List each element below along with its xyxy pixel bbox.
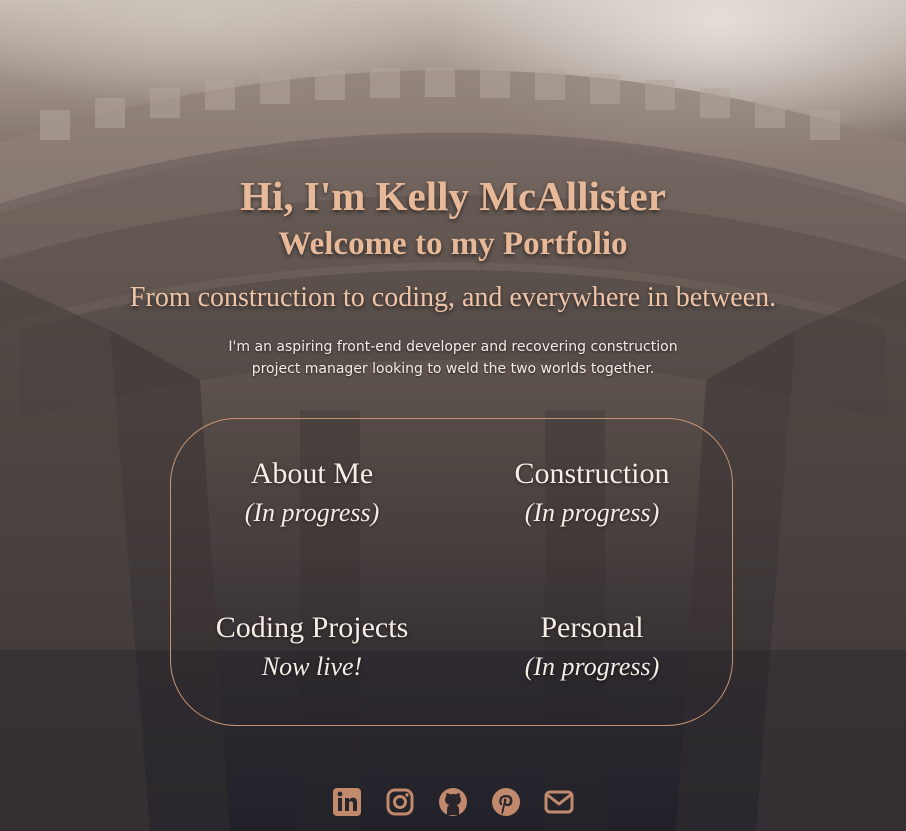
email-icon[interactable] xyxy=(543,786,575,818)
nav-link-construction[interactable]: Construction (In progress) xyxy=(462,456,722,530)
nav-status: (In progress) xyxy=(524,498,660,527)
nav-label: Coding Projects xyxy=(215,611,409,644)
instagram-icon[interactable] xyxy=(384,786,416,818)
nav-status: Now live! xyxy=(261,652,363,681)
nav-link-coding-projects[interactable]: Coding Projects Now live! xyxy=(182,610,442,684)
social-links xyxy=(331,786,575,818)
github-icon[interactable] xyxy=(437,786,469,818)
nav-label: Construction xyxy=(514,457,670,490)
intro-line-1: I'm an aspiring front-end developer and … xyxy=(228,339,678,355)
nav-link-personal[interactable]: Personal (In progress) xyxy=(462,610,722,684)
tagline: From construction to coding, and everywh… xyxy=(129,282,777,313)
nav-status: (In progress) xyxy=(244,498,380,527)
page-subtitle: Welcome to my Portfolio xyxy=(278,226,628,262)
pinterest-icon[interactable] xyxy=(490,786,522,818)
intro-text: I'm an aspiring front-end developer and … xyxy=(228,336,678,380)
linkedin-icon[interactable] xyxy=(331,786,363,818)
nav-status: (In progress) xyxy=(524,652,660,681)
nav-link-about-me[interactable]: About Me (In progress) xyxy=(182,456,442,530)
page-title: Hi, I'm Kelly McAllister xyxy=(240,173,666,219)
nav-label: Personal xyxy=(540,611,644,644)
nav-label: About Me xyxy=(250,457,374,490)
intro-line-2: project manager looking to weld the two … xyxy=(251,361,655,377)
